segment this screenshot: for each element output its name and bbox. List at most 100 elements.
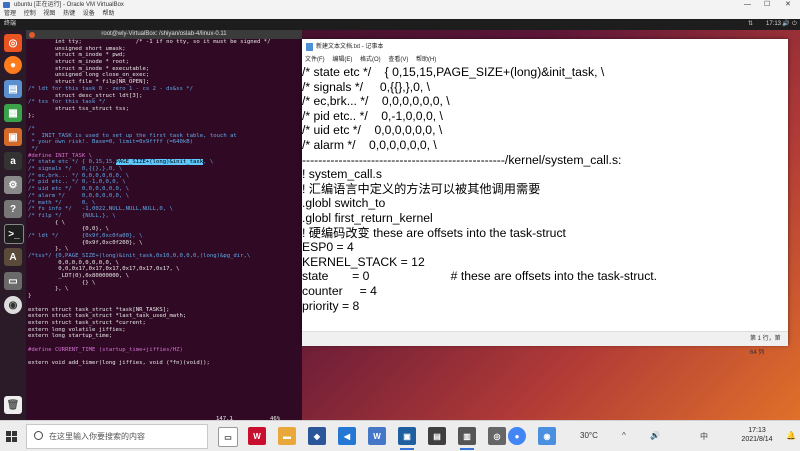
notepad-text-area[interactable]: /* state etc */ { 0,15,15,PAGE_SIZE+(lon… [302,65,788,327]
terminal-line: /* pid etc.. */ 0,-1,0,0,0, \ [28,179,126,186]
amazon-icon[interactable]: a [4,152,22,170]
settings-icon[interactable]: ⚙ [4,176,22,194]
virtualbox-icon [3,2,10,8]
terminal-line: int tty; /* -1 if no tty, so it must be … [28,39,271,45]
menu-view[interactable]: 视图 [43,11,55,17]
menu-devices[interactable]: 设备 [83,11,95,17]
terminal-line: 0,0,0x17,0x17,0x17,0x17,0x17,0x17, \ [28,266,180,273]
menu-format[interactable]: 格式(O) [360,57,381,63]
files-icon[interactable]: ▭ [4,272,22,290]
notification-icon[interactable]: 🔔 [786,431,796,440]
updater-icon[interactable]: A [4,248,22,266]
notepad-line: ESP0 = 4 [302,240,354,255]
terminal-line: extern long startup_time; [28,333,113,340]
notepad-line: .globl first_return_kernel [302,210,433,225]
sound-icon[interactable]: 🔊 [782,19,789,30]
app-icon[interactable]: ◎ [488,427,506,445]
ubuntu-topbar: 终端 17:13 ⇅ 🔊 ⏻ [0,19,800,30]
weather-temperature[interactable]: 30°C [580,425,598,447]
notepad-titlebar: 新建文本文档.txt - 记事本 [302,39,788,55]
terminal-line: } [28,293,32,300]
notepad-menubar: 文件(F) 编辑(E) 格式(O) 查看(V) 帮助(H) [302,55,788,65]
notepad-line: ----------------------------------------… [302,152,622,167]
terminal-line: }; [28,112,35,119]
notepad-line: /* alarm */ 0,0,0,0,0,0, \ [302,137,437,152]
network-icon[interactable]: ⇅ [748,19,753,30]
terminal-line: struct m_inode * root; [28,59,130,66]
windows-start-icon[interactable] [6,431,18,443]
windows-taskbar: 在这里输入你要搜索的内容 ▭ W ▬ ◆ ◀ W ▣ ▤ ▥ ◎ ● ◉ 30°… [0,420,800,451]
terminal-line: /* [28,125,35,132]
app-blue-icon[interactable]: ◉ [538,427,556,445]
firefox-icon[interactable]: ● [4,56,22,74]
software-icon[interactable]: ? [4,200,22,218]
menu-control[interactable]: 控制 [24,11,36,17]
terminal-close-icon[interactable] [29,32,35,38]
virtualbox-taskbar-icon[interactable]: ▣ [398,427,416,445]
settings-app-icon[interactable]: ◆ [308,427,326,445]
terminal-line: extern struct task_struct *current; [28,319,146,326]
trash-icon[interactable]: 🗑 [4,396,22,414]
notepad-line: /* pid etc.. */ 0,-1,0,0,0, \ [302,108,443,123]
terminal-window[interactable]: root@wly-VirtualBox: /shiyan/oslab-4/lin… [26,30,302,422]
menu-help[interactable]: 帮助 [102,11,114,17]
notepad-taskbar-icon[interactable]: ▥ [458,427,476,445]
terminal-line: /* uid etc */ 0,0,0,0,0,0, \ [28,186,130,193]
ubuntu-clock[interactable]: 17:13 [766,19,781,30]
notepad-line: priority = 8 [302,298,360,313]
search-placeholder: 在这里输入你要搜索的内容 [49,432,145,441]
menu-help[interactable]: 帮助(H) [416,57,436,63]
chrome-icon[interactable]: ● [508,427,526,445]
search-highlight: PAGE_SIZE+(long)&init_task [115,159,204,166]
tray-expand-icon[interactable]: ^ [622,431,626,440]
power-icon[interactable]: ⏻ [792,19,797,30]
file-explorer-icon[interactable]: ▬ [278,427,296,445]
impress-icon[interactable]: ▣ [4,128,22,146]
close-button[interactable]: ✕ [785,0,791,10]
notepad-line: ! 汇编语言中定义的方法可以被其他调用需要 [302,181,541,196]
terminal-line: /* ldt for this task 0 - zero 1 - cs 2 -… [28,85,194,92]
terminal-line: extern void add_timer(long jiffies, void… [28,360,210,366]
volume-icon[interactable]: 🔊 [650,431,660,440]
terminal-line: /* state etc */ { 0,15,15,PAGE_SIZE+(lon… [28,159,214,166]
terminal-content[interactable]: int tty; /* -1 if no tty, so it must be … [26,39,302,420]
ubuntu-logo-icon[interactable]: ◎ [4,34,22,52]
search-input[interactable]: 在这里输入你要搜索的内容 [26,424,208,449]
terminal-line: */ [28,146,39,152]
notepad-window[interactable]: 新建文本文档.txt - 记事本 文件(F) 编辑(E) 格式(O) 查看(V)… [302,39,788,356]
menu-view[interactable]: 查看(V) [388,57,408,63]
terminal-taskbar-icon[interactable]: ▤ [428,427,446,445]
terminal-line: struct desc_struct ldt[3]; [28,92,143,99]
terminal-line: /* math */ 0, \ [28,199,96,206]
menu-manage[interactable]: 管理 [4,11,16,17]
calc-icon[interactable]: ▦ [4,104,22,122]
menu-edit[interactable]: 编辑(E) [332,57,352,63]
terminal-line: {0x9f,0xc0f200}, \ [28,239,143,246]
pdf-app-icon[interactable]: W [248,427,266,445]
terminal-line: /* signals */ 0,{{},},0, \ [28,166,123,173]
maximize-button[interactable]: ☐ [764,0,770,10]
disc-icon[interactable]: ◉ [4,296,22,314]
search-icon [34,431,43,440]
wps-icon[interactable]: W [368,427,386,445]
notepad-title: 新建文本文档.txt - 记事本 [316,44,384,50]
terminal-line: }, \ [28,286,69,293]
notepad-line: /* state etc */ { 0,15,15,PAGE_SIZE+(lon… [302,65,605,79]
vscode-icon[interactable]: ◀ [338,427,356,445]
task-view-icon[interactable]: ▭ [218,427,238,447]
system-clock[interactable]: 17:13 2021/8/14 [734,426,780,444]
terminal-line: #define CURRENT_TIME (startup_time+jiffi… [28,346,183,353]
minimize-button[interactable]: — [744,0,751,10]
ime-icon[interactable]: 中 [700,431,708,442]
terminal-line: /* ec,brk... */ 0,0,0,0,0,0, \ [28,172,130,179]
terminal-icon[interactable]: >_ [4,224,24,244]
activities-label[interactable]: 终端 [4,19,16,30]
vbox-titlebar: ubuntu [正在运行] - Oracle VM VirtualBox — ☐… [0,0,800,10]
writer-icon[interactable]: ▤ [4,80,22,98]
menu-file[interactable]: 文件(F) [305,57,325,63]
menu-hotkey[interactable]: 热键 [63,11,75,17]
